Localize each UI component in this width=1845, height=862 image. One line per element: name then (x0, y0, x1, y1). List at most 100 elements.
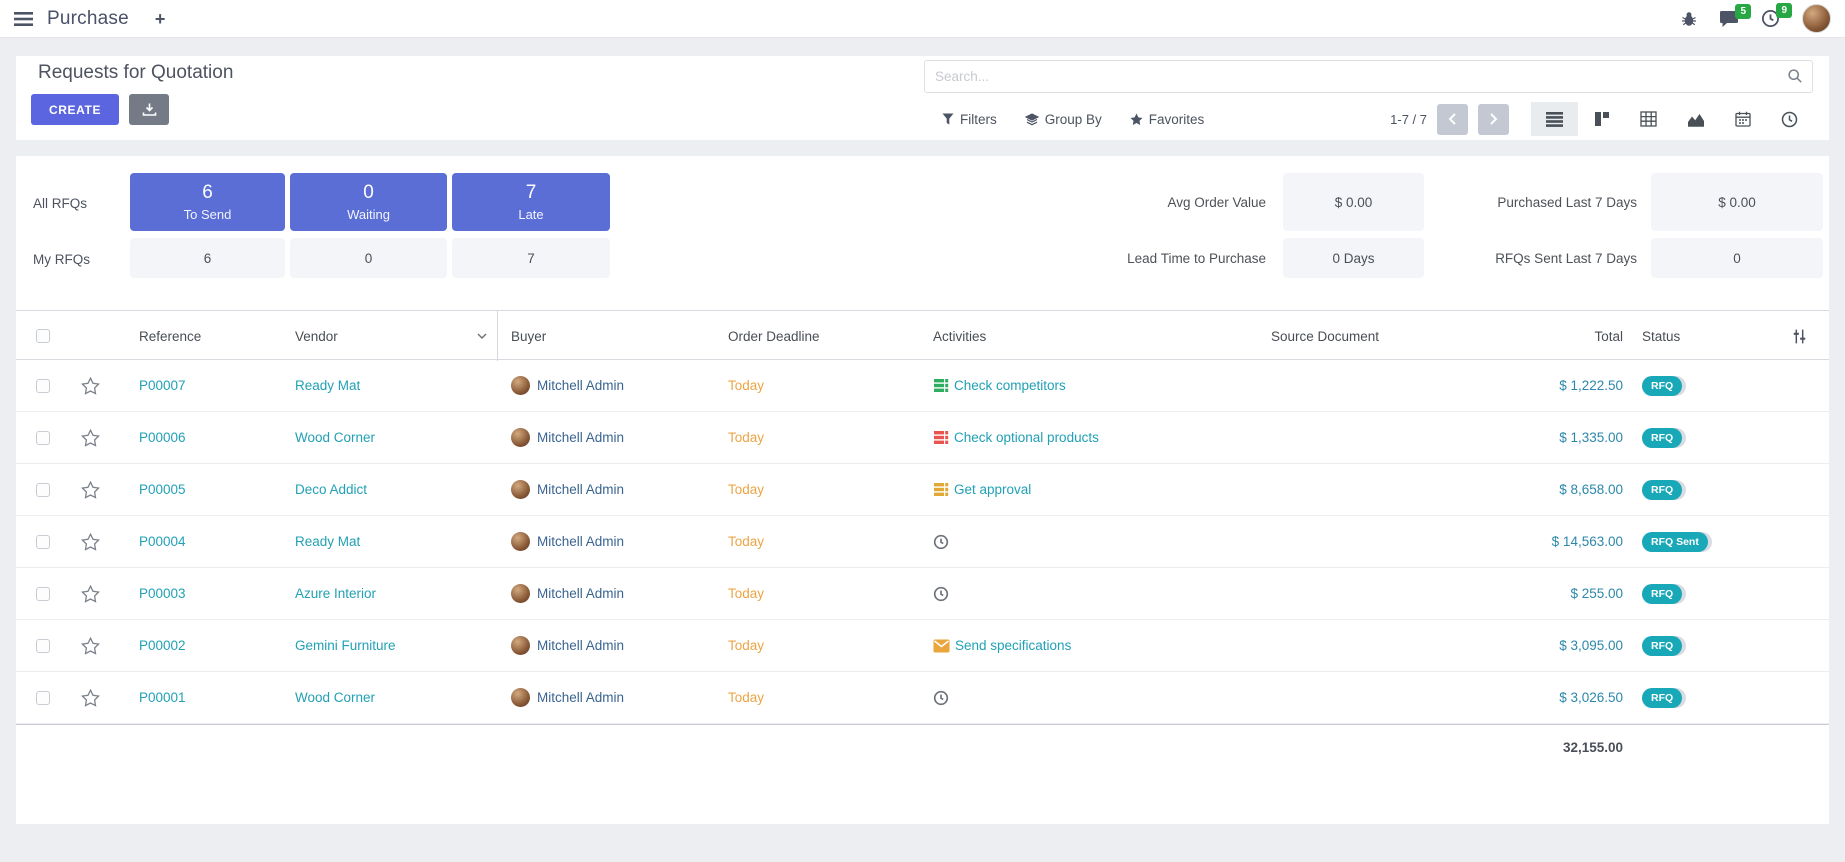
activity-cell[interactable] (920, 586, 1180, 602)
favorite-star-icon[interactable] (81, 689, 100, 707)
column-header-source-document[interactable]: Source Document (1180, 311, 1470, 361)
column-header-buyer[interactable]: Buyer (498, 311, 720, 361)
pager-previous-button[interactable] (1437, 104, 1468, 135)
table-row[interactable]: P00004 Ready Mat Mitchell Admin Today $ … (16, 516, 1829, 568)
buyer-link[interactable]: Mitchell Admin (537, 378, 624, 393)
table-row[interactable]: P00006 Wood Corner Mitchell Admin Today … (16, 412, 1829, 464)
my-late-value[interactable]: 7 (452, 238, 610, 278)
user-avatar[interactable] (1802, 4, 1831, 33)
activity-label[interactable]: Check optional products (954, 430, 1099, 445)
reference-link[interactable]: P00002 (139, 638, 186, 653)
reference-link[interactable]: P00004 (139, 534, 186, 549)
reference-link[interactable]: P00003 (139, 586, 186, 601)
search-icon[interactable] (1787, 68, 1803, 84)
favorite-star-icon[interactable] (81, 377, 100, 395)
activity-cell[interactable]: Get approval (920, 482, 1180, 497)
my-rfqs-label: My RFQs (33, 252, 90, 267)
vendor-link[interactable]: Wood Corner (295, 690, 375, 705)
vendor-link[interactable]: Wood Corner (295, 430, 375, 445)
favorite-star-icon[interactable] (81, 533, 100, 551)
row-checkbox[interactable] (36, 535, 50, 549)
rfqs-sent-value[interactable]: 0 (1651, 238, 1823, 278)
app-name[interactable]: Purchase (47, 8, 129, 30)
activity-label[interactable]: Check competitors (954, 378, 1066, 393)
column-header-reference[interactable]: Reference (110, 311, 290, 361)
card-waiting[interactable]: 0 Waiting (290, 173, 447, 231)
activity-label[interactable]: Get approval (954, 482, 1031, 497)
activity-label[interactable]: Send specifications (955, 638, 1071, 653)
vendor-link[interactable]: Deco Addict (295, 482, 367, 497)
favorites-button[interactable]: Favorites (1130, 112, 1205, 127)
vendor-link[interactable]: Gemini Furniture (295, 638, 396, 653)
select-all-checkbox[interactable] (36, 329, 50, 343)
table-row[interactable]: P00003 Azure Interior Mitchell Admin Tod… (16, 568, 1829, 620)
activity-cell[interactable] (920, 690, 1180, 706)
kanban-view-button[interactable] (1578, 102, 1625, 136)
column-header-total[interactable]: Total (1470, 311, 1630, 361)
pivot-view-button[interactable] (1625, 102, 1672, 136)
reference-link[interactable]: P00007 (139, 378, 186, 393)
group-by-button[interactable]: Group By (1025, 112, 1102, 127)
column-header-activities[interactable]: Activities (920, 311, 1180, 361)
reference-link[interactable]: P00006 (139, 430, 186, 445)
buyer-link[interactable]: Mitchell Admin (537, 534, 624, 549)
buyer-link[interactable]: Mitchell Admin (537, 430, 624, 445)
row-checkbox[interactable] (36, 639, 50, 653)
messages-menu[interactable]: 5 (1719, 10, 1739, 28)
reference-link[interactable]: P00001 (139, 690, 186, 705)
favorite-star-icon[interactable] (81, 637, 100, 655)
card-to-send[interactable]: 6 To Send (130, 173, 285, 231)
pager-range[interactable]: 1-7 / 7 (1390, 112, 1427, 127)
total-amount: $ 255.00 (1470, 586, 1630, 601)
create-button[interactable]: CREATE (31, 94, 119, 125)
favorite-star-icon[interactable] (81, 429, 100, 447)
activity-cell[interactable] (920, 534, 1180, 550)
row-checkbox[interactable] (36, 483, 50, 497)
purchased-last-7-days[interactable]: $ 0.00 (1651, 173, 1823, 231)
table-row[interactable]: P00007 Ready Mat Mitchell Admin Today Ch… (16, 360, 1829, 412)
hamburger-menu-icon[interactable] (14, 11, 33, 27)
column-header-order-deadline[interactable]: Order Deadline (720, 311, 920, 361)
table-row[interactable]: P00005 Deco Addict Mitchell Admin Today … (16, 464, 1829, 516)
buyer-avatar (511, 636, 530, 655)
card-late[interactable]: 7 Late (452, 173, 610, 231)
export-button[interactable] (129, 94, 169, 125)
filters-button[interactable]: Filters (942, 112, 997, 127)
activities-menu[interactable]: 9 (1761, 9, 1780, 28)
my-waiting-value[interactable]: 0 (290, 238, 447, 278)
activity-view-button[interactable] (1766, 102, 1813, 136)
activity-cell[interactable]: Check optional products (920, 430, 1180, 445)
my-to-send-value[interactable]: 6 (130, 238, 285, 278)
search-input[interactable] (924, 60, 1813, 93)
buyer-link[interactable]: Mitchell Admin (537, 586, 624, 601)
optional-columns-icon[interactable] (1770, 311, 1829, 361)
buyer-link[interactable]: Mitchell Admin (537, 482, 624, 497)
row-checkbox[interactable] (36, 431, 50, 445)
buyer-link[interactable]: Mitchell Admin (537, 638, 624, 653)
list-view-button[interactable] (1531, 102, 1578, 136)
favorite-star-icon[interactable] (81, 481, 100, 499)
favorite-star-icon[interactable] (81, 585, 100, 603)
reference-link[interactable]: P00005 (139, 482, 186, 497)
bug-icon[interactable] (1681, 11, 1697, 27)
vendor-link[interactable]: Ready Mat (295, 378, 360, 393)
graph-view-button[interactable] (1672, 102, 1719, 136)
column-header-status[interactable]: Status (1630, 311, 1770, 361)
table-row[interactable]: P00002 Gemini Furniture Mitchell Admin T… (16, 620, 1829, 672)
new-tab-plus-icon[interactable]: + (155, 10, 166, 28)
calendar-view-button[interactable] (1719, 102, 1766, 136)
vendor-link[interactable]: Azure Interior (295, 586, 376, 601)
pager-next-button[interactable] (1478, 104, 1509, 135)
total-amount: $ 3,095.00 (1470, 638, 1630, 653)
vendor-link[interactable]: Ready Mat (295, 534, 360, 549)
activity-cell[interactable]: Send specifications (920, 638, 1180, 653)
buyer-link[interactable]: Mitchell Admin (537, 690, 624, 705)
search-bar (924, 60, 1813, 93)
table-row[interactable]: P00001 Wood Corner Mitchell Admin Today … (16, 672, 1829, 724)
order-deadline: Today (720, 690, 920, 705)
row-checkbox[interactable] (36, 691, 50, 705)
column-header-vendor[interactable]: Vendor (290, 311, 498, 361)
row-checkbox[interactable] (36, 379, 50, 393)
row-checkbox[interactable] (36, 587, 50, 601)
activity-cell[interactable]: Check competitors (920, 378, 1180, 393)
